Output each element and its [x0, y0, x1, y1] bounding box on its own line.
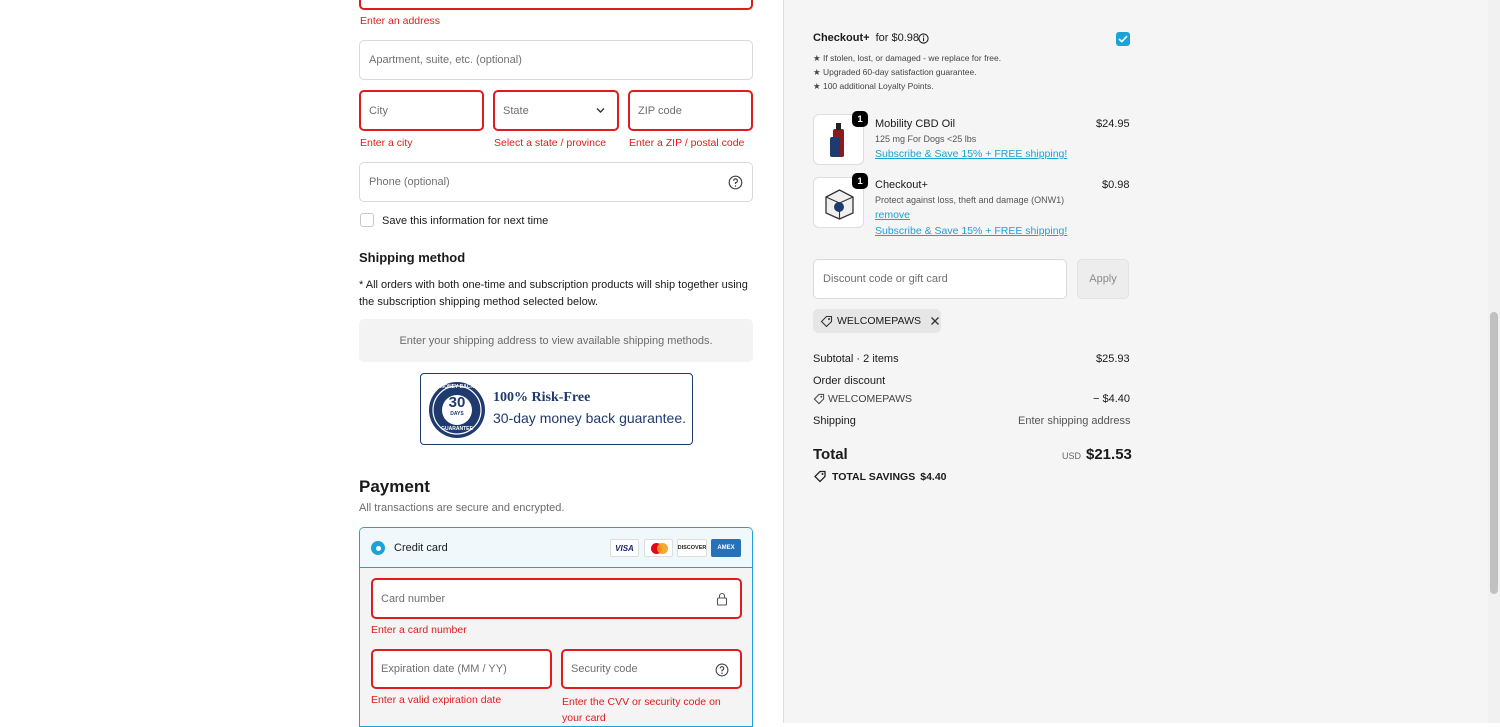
- seal-bottom-text: GUARANTEE: [441, 426, 473, 432]
- tag-icon: [814, 470, 826, 483]
- package-icon: [825, 189, 854, 220]
- checkoutplus-checkbox[interactable]: [1116, 32, 1130, 46]
- close-icon[interactable]: [930, 316, 940, 326]
- expiry-error: Enter a valid expiration date: [371, 694, 502, 706]
- zip-input[interactable]: ZIP code: [628, 90, 753, 131]
- product-price: $24.95: [1096, 118, 1130, 130]
- total-savings-row: TOTAL SAVINGS $4.40: [813, 470, 947, 483]
- checkmark-icon: [1118, 35, 1128, 43]
- guarantee-subtitle: 30-day money back guarantee.: [493, 410, 687, 426]
- visa-icon: VISA: [610, 539, 639, 557]
- apply-button[interactable]: Apply: [1077, 259, 1129, 299]
- payment-method-panel: Credit card VISA DISCOVER AMEX Card numb…: [359, 527, 753, 727]
- seal-top-text: MONEY BACK: [439, 384, 475, 390]
- card-number-input[interactable]: Card number: [371, 578, 742, 619]
- apartment-input[interactable]: Apartment, suite, etc. (optional): [359, 40, 753, 80]
- credit-card-option[interactable]: Credit card VISA DISCOVER AMEX: [360, 528, 752, 568]
- product-variant: 125 mg For Dogs <25 lbs: [875, 134, 977, 144]
- credit-card-radio[interactable]: [371, 541, 385, 555]
- address-input[interactable]: [359, 0, 753, 10]
- shipping-note: * All orders with both one-time and subs…: [359, 279, 748, 308]
- city-error: Enter a city: [360, 137, 413, 149]
- security-code-input[interactable]: Security code: [561, 649, 742, 689]
- applied-discount-tag: WELCOMEPAWS: [813, 309, 941, 333]
- quantity-badge: 1: [852, 173, 868, 189]
- total-value: $21.53: [1086, 446, 1132, 463]
- state-select[interactable]: State: [493, 90, 619, 131]
- lock-icon: [716, 592, 728, 606]
- phone-input[interactable]: Phone (optional): [359, 162, 753, 202]
- discount-code-row: WELCOMEPAWS: [813, 393, 912, 405]
- save-info-checkbox[interactable]: [360, 213, 374, 227]
- save-info-label: Save this information for next time: [382, 215, 549, 227]
- help-icon[interactable]: [728, 175, 743, 190]
- shipping-placeholder-box: Enter your shipping address to view avai…: [359, 319, 753, 362]
- tag-icon: [820, 315, 833, 327]
- info-icon[interactable]: [918, 33, 929, 44]
- state-error: Select a state / province: [494, 137, 607, 149]
- zip-error: Enter a ZIP / postal code: [629, 137, 745, 149]
- seal-days: DAYS: [450, 411, 464, 417]
- product-variant: Protect against loss, theft and damage (…: [875, 195, 1065, 205]
- address-error: Enter an address: [360, 15, 440, 27]
- city-input[interactable]: City: [359, 90, 484, 131]
- order-summary-column: Checkout+ for $0.98 ★ If stolen, lost, o…: [783, 0, 1500, 723]
- shipping-label: Shipping: [813, 415, 856, 427]
- subtotal-label: Subtotal · 2 items: [813, 353, 899, 365]
- seal-number: 30: [448, 394, 466, 411]
- order-discount-label: Order discount: [813, 375, 886, 387]
- checkoutplus-benefit: ★ If stolen, lost, or damaged - we repla…: [813, 53, 1002, 63]
- subtotal-value: $25.93: [1096, 353, 1130, 365]
- mastercard-icon: [644, 539, 673, 557]
- product-name: Checkout+: [875, 179, 928, 191]
- scrollbar[interactable]: [1488, 0, 1500, 723]
- remove-link[interactable]: remove: [875, 209, 910, 221]
- scrollbar-thumb[interactable]: [1490, 312, 1498, 594]
- product-price: $0.98: [1102, 179, 1130, 191]
- payment-subtitle: All transactions are secure and encrypte…: [359, 502, 565, 514]
- guarantee-banner: MONEY BACK 30 DAYS GUARANTEE 100% Risk-F…: [420, 373, 693, 445]
- total-label: Total: [813, 446, 848, 463]
- checkoutplus-benefit: ★ Upgraded 60-day satisfaction guarantee…: [813, 67, 977, 77]
- card-number-error: Enter a card number: [371, 624, 467, 636]
- expiry-input[interactable]: Expiration date (MM / YY): [371, 649, 552, 689]
- security-code-error: Enter the CVV or security code on your c…: [562, 696, 721, 724]
- product-name: Mobility CBD Oil: [875, 118, 956, 130]
- shipping-value: Enter shipping address: [1018, 415, 1131, 427]
- guarantee-title: 100% Risk-Free: [493, 390, 591, 405]
- discount-code-input[interactable]: Discount code or gift card: [813, 259, 1067, 299]
- credit-card-label: Credit card: [394, 542, 448, 554]
- shipping-method-title: Shipping method: [359, 250, 466, 265]
- checkout-form-column: Enter an address Apartment, suite, etc. …: [0, 0, 783, 727]
- discover-icon: DISCOVER: [677, 539, 707, 557]
- total-currency: USD: [1062, 451, 1082, 461]
- quantity-badge: 1: [852, 111, 868, 127]
- checkoutplus-title: Checkout+ for $0.98: [813, 32, 920, 44]
- subscribe-save-link[interactable]: Subscribe & Save 15% + FREE shipping!: [875, 148, 1067, 160]
- amex-icon: AMEX: [711, 539, 741, 557]
- discount-value: − $4.40: [1093, 393, 1131, 405]
- payment-title: Payment: [359, 477, 430, 496]
- help-icon[interactable]: [715, 663, 729, 677]
- chevron-down-icon: [596, 108, 605, 113]
- checkoutplus-benefit: ★ 100 additional Loyalty Points.: [813, 81, 934, 91]
- tag-icon: [813, 393, 825, 405]
- subscribe-save-link[interactable]: Subscribe & Save 15% + FREE shipping!: [875, 225, 1067, 237]
